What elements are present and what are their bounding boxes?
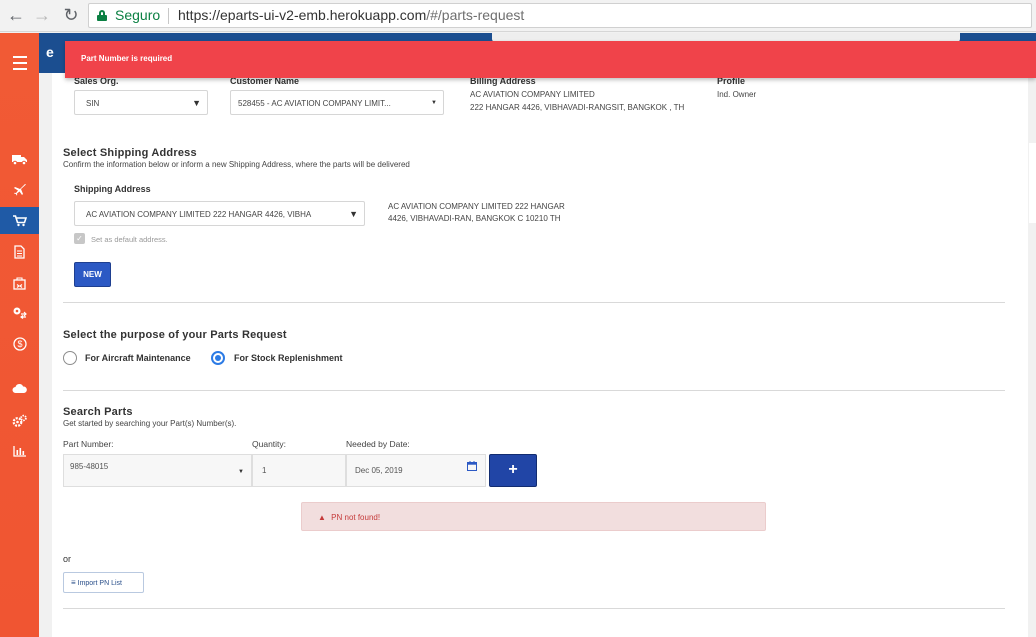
search-section-subtitle: Get started by searching your Part(s) Nu… <box>63 419 237 428</box>
airplane-icon <box>14 184 26 196</box>
list-icon: ≡ <box>71 578 76 587</box>
secure-label: Seguro <box>115 7 161 23</box>
error-toast[interactable]: Part Number is required <box>65 41 1036 78</box>
quantity-value: 1 <box>262 466 267 475</box>
shipping-address-label: Shipping Address <box>74 184 151 194</box>
profile-value: Ind. Owner <box>717 90 757 99</box>
part-number-label: Part Number: <box>63 439 114 449</box>
url-text[interactable]: https://eparts-ui-v2-emb.herokuapp.com/#… <box>178 4 524 27</box>
url-base: https://eparts-ui-v2-emb.herokuapp.com <box>178 7 427 23</box>
sidebar-item-settings[interactable] <box>0 407 39 434</box>
bar-chart-icon <box>12 445 26 457</box>
part-number-value: 985-48015 <box>70 462 109 471</box>
radio-stock-replenishment[interactable] <box>211 351 225 365</box>
browser-toolbar: ← → ↻ Seguro https://eparts-ui-v2-emb.he… <box>0 0 1036 32</box>
menu-icon[interactable] <box>0 49 39 76</box>
sidebar: $ <box>0 33 39 637</box>
calendar-icon[interactable] <box>467 461 477 471</box>
gears-icon <box>12 414 27 427</box>
sales-org-select[interactable]: SIN ▼ <box>74 90 208 115</box>
sidebar-item-reports[interactable] <box>0 437 39 464</box>
exchange-icon <box>13 307 27 319</box>
section-divider <box>63 390 1005 391</box>
quantity-label: Quantity: <box>252 439 287 449</box>
billing-address-line1: AC AVIATION COMPANY LIMITED <box>470 90 595 99</box>
back-arrow-icon[interactable]: ← <box>6 5 26 25</box>
lock-icon <box>97 10 107 21</box>
section-divider <box>63 608 1005 609</box>
or-label: or <box>63 554 72 564</box>
radio-aircraft-maintenance[interactable] <box>63 351 77 365</box>
shipping-section-subtitle: Confirm the information below or inform … <box>63 160 410 169</box>
scroll-panel-edge <box>1029 143 1036 223</box>
cart-icon <box>12 214 27 226</box>
billing-address-line2: 222 HANGAR 4426, VIBHAVADI-RANGSIT, BANG… <box>470 103 685 112</box>
purpose-section-title: Select the purpose of your Parts Request <box>63 329 287 341</box>
address-bar[interactable]: Seguro https://eparts-ui-v2-emb.herokuap… <box>88 3 1032 28</box>
sales-org-value: SIN <box>86 99 100 108</box>
dollar-circle-icon: $ <box>12 336 27 351</box>
needed-by-date-value: Dec 05, 2019 <box>355 466 403 475</box>
radio-aircraft-maintenance-label[interactable]: For Aircraft Maintenance <box>85 353 191 363</box>
chevron-down-icon: ▼ <box>192 98 201 108</box>
chevron-down-icon: ▼ <box>431 100 437 106</box>
alert-message: PN not found! <box>331 513 381 522</box>
sidebar-item-finance[interactable]: $ <box>0 330 39 357</box>
needed-by-date-label: Needed by Date: <box>346 439 410 449</box>
sidebar-item-exchange[interactable] <box>0 299 39 326</box>
default-address-label: Set as default address. <box>91 235 168 244</box>
sidebar-item-package[interactable] <box>0 269 39 296</box>
sidebar-item-aircraft[interactable] <box>0 176 39 203</box>
cloud-icon <box>12 383 27 393</box>
quantity-input[interactable]: 1 <box>252 454 346 487</box>
section-divider <box>63 302 1005 303</box>
chevron-down-icon: ▼ <box>345 209 358 219</box>
radio-stock-replenishment-label[interactable]: For Stock Replenishment <box>234 353 343 363</box>
pn-not-found-alert: ▲ PN not found! <box>301 502 766 531</box>
part-number-input[interactable]: 985-48015 ▼ <box>63 454 252 487</box>
needed-by-date-input[interactable]: Dec 05, 2019 <box>346 454 486 487</box>
import-pn-list-label: Import PN List <box>77 580 122 587</box>
default-address-checkbox[interactable]: ✓ <box>74 233 85 244</box>
sidebar-item-document[interactable] <box>0 238 39 265</box>
document-icon <box>14 244 25 259</box>
truck-icon <box>12 155 27 165</box>
shipping-address-value: AC AVIATION COMPANY LIMITED 222 HANGAR 4… <box>86 210 312 219</box>
parts-request-form: Sales Org. SIN ▼ Customer Name 528455 - … <box>52 73 1028 637</box>
import-pn-list-button[interactable]: ≡ Import PN List <box>63 572 144 593</box>
customer-name-value: 528455 - AC AVIATION COMPANY LIMIT... <box>238 99 391 108</box>
shipping-address-line1: AC AVIATION COMPANY LIMITED 222 HANGAR <box>388 202 565 211</box>
sidebar-item-truck[interactable] <box>0 146 39 173</box>
sidebar-item-cart[interactable] <box>0 207 39 234</box>
omnibox-separator <box>168 8 169 24</box>
sidebar-item-cloud[interactable] <box>0 375 39 402</box>
toast-message: Part Number is required <box>81 54 173 63</box>
forward-arrow-icon[interactable]: → <box>32 5 52 25</box>
shipping-address-line2: 4426, VIBHAVADI-RAN, BANGKOK C 10210 TH <box>388 214 561 223</box>
new-address-button[interactable]: NEW <box>74 262 111 287</box>
svg-text:$: $ <box>17 339 22 349</box>
shipping-section-title: Select Shipping Address <box>63 147 197 159</box>
reload-icon[interactable]: ↻ <box>61 5 81 25</box>
app-logo: e <box>46 44 54 60</box>
search-section-title: Search Parts <box>63 406 133 418</box>
add-part-button[interactable]: + <box>489 454 537 487</box>
package-icon <box>13 276 26 290</box>
url-path: /#/parts-request <box>426 7 525 23</box>
shipping-address-select[interactable]: AC AVIATION COMPANY LIMITED 222 HANGAR 4… <box>74 201 365 226</box>
warning-icon: ▲ <box>318 513 326 522</box>
customer-name-select[interactable]: 528455 - AC AVIATION COMPANY LIMIT... ▼ <box>230 90 444 115</box>
chevron-down-icon: ▼ <box>238 469 244 475</box>
